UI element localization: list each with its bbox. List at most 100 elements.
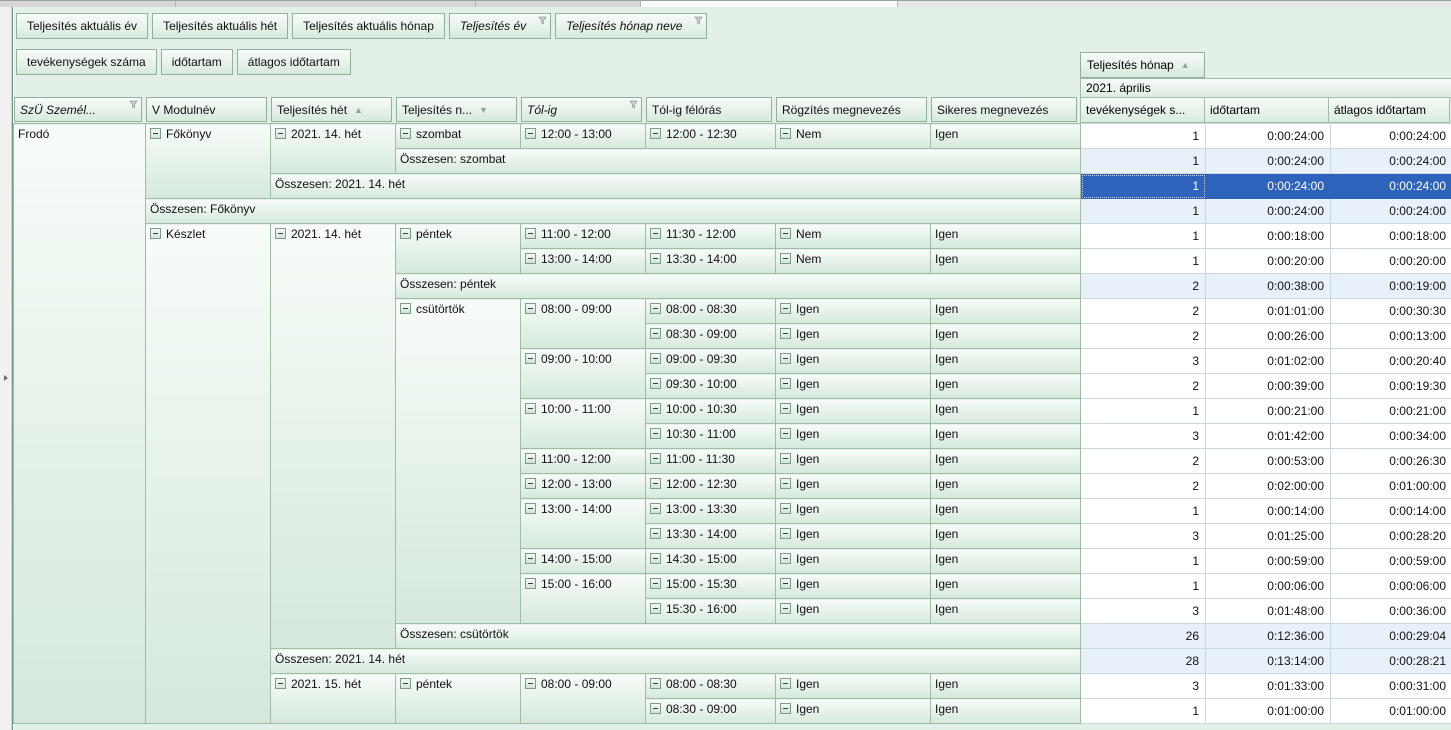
- row-header-cell[interactable]: 12:00 - 13:00: [521, 124, 646, 149]
- row-header-cell[interactable]: Igen: [776, 349, 931, 374]
- collapse-icon[interactable]: [150, 128, 161, 139]
- row-header-cell[interactable]: 2021. 14. hét: [271, 224, 396, 649]
- row-header-cell[interactable]: Igen: [776, 474, 931, 499]
- filter-funnel-icon[interactable]: [629, 100, 638, 109]
- collapse-icon[interactable]: [650, 478, 661, 489]
- row-header-cell[interactable]: 09:00 - 09:30: [646, 349, 776, 374]
- value-column-header-tevekenysegek-s[interactable]: tevékenységek s...: [1080, 97, 1205, 123]
- row-field-sikeres-megnevezes[interactable]: Sikeres megnevezés: [931, 97, 1077, 122]
- row-field-tol-ig[interactable]: Tól-ig: [521, 97, 642, 122]
- filter-funnel-icon[interactable]: [538, 16, 547, 25]
- row-header-cell[interactable]: Igen: [931, 524, 1081, 549]
- row-header-cell[interactable]: szombat: [396, 124, 521, 149]
- row-header-cell[interactable]: 08:00 - 09:00: [521, 299, 646, 349]
- filter-field-teljesites-aktualis-ev[interactable]: Teljesítés aktuális év: [16, 13, 148, 39]
- collapse-icon[interactable]: [650, 453, 661, 464]
- row-header-cell[interactable]: 08:30 - 09:00: [646, 324, 776, 349]
- row-header-cell[interactable]: Igen: [931, 674, 1081, 699]
- value-cell[interactable]: 0:00:06:00: [1331, 574, 1451, 599]
- row-header-cell[interactable]: 13:00 - 14:00: [521, 499, 646, 549]
- row-header-cell[interactable]: Igen: [931, 474, 1081, 499]
- value-cell[interactable]: 0:01:25:00: [1206, 524, 1331, 549]
- collapse-icon[interactable]: [650, 353, 661, 364]
- value-cell[interactable]: 0:00:21:00: [1331, 399, 1451, 424]
- value-cell[interactable]: 0:00:24:00: [1331, 149, 1451, 174]
- row-header-cell[interactable]: 08:00 - 08:30: [646, 299, 776, 324]
- collapse-icon[interactable]: [650, 553, 661, 564]
- value-cell[interactable]: 1: [1081, 224, 1206, 249]
- value-cell[interactable]: 1: [1081, 499, 1206, 524]
- collapse-icon[interactable]: [780, 478, 791, 489]
- value-cell[interactable]: 2: [1081, 324, 1206, 349]
- row-header-cell[interactable]: Igen: [931, 599, 1081, 624]
- row-header-cell[interactable]: Igen: [931, 299, 1081, 324]
- row-header-cell[interactable]: 10:00 - 10:30: [646, 399, 776, 424]
- value-cell[interactable]: 0:00:19:00: [1331, 274, 1451, 299]
- row-header-cell[interactable]: 12:00 - 12:30: [646, 124, 776, 149]
- row-header-cell[interactable]: Igen: [776, 324, 931, 349]
- row-header-cell[interactable]: 10:30 - 11:00: [646, 424, 776, 449]
- row-header-cell[interactable]: Igen: [776, 424, 931, 449]
- collapse-icon[interactable]: [650, 528, 661, 539]
- row-header-cell[interactable]: Igen: [931, 424, 1081, 449]
- collapse-icon[interactable]: [650, 578, 661, 589]
- value-cell[interactable]: 0:00:18:00: [1331, 224, 1451, 249]
- value-cell[interactable]: 0:01:42:00: [1206, 424, 1331, 449]
- row-header-cell[interactable]: 13:30 - 14:00: [646, 249, 776, 274]
- column-group-header[interactable]: 2021. április: [1080, 78, 1451, 98]
- row-header-cell[interactable]: 11:30 - 12:00: [646, 224, 776, 249]
- value-cell[interactable]: 2: [1081, 274, 1206, 299]
- collapse-icon[interactable]: [780, 303, 791, 314]
- row-header-cell[interactable]: péntek: [396, 674, 521, 724]
- collapse-icon[interactable]: [525, 228, 536, 239]
- value-cell[interactable]: 1: [1081, 399, 1206, 424]
- collapse-icon[interactable]: [525, 303, 536, 314]
- collapse-icon[interactable]: [650, 603, 661, 614]
- row-header-cell[interactable]: Nem: [776, 124, 931, 149]
- row-header-cell[interactable]: 08:00 - 08:30: [646, 674, 776, 699]
- data-field-idotartam[interactable]: időtartam: [161, 49, 233, 75]
- row-header-cell[interactable]: 08:30 - 09:00: [646, 699, 776, 724]
- row-header-cell[interactable]: Igen: [776, 699, 931, 724]
- row-field-teljesites-n[interactable]: Teljesítés n...▼: [396, 97, 517, 122]
- collapse-icon[interactable]: [780, 528, 791, 539]
- value-cell[interactable]: 3: [1081, 349, 1206, 374]
- value-cell[interactable]: 0:00:39:00: [1206, 374, 1331, 399]
- filter-funnel-icon[interactable]: [694, 16, 703, 25]
- collapse-icon[interactable]: [780, 353, 791, 364]
- value-cell[interactable]: 0:00:19:30: [1331, 374, 1451, 399]
- row-header-cell[interactable]: csütörtök: [396, 299, 521, 624]
- row-header-cell[interactable]: Igen: [776, 524, 931, 549]
- row-header-cell[interactable]: Igen: [931, 249, 1081, 274]
- row-header-cell[interactable]: 10:00 - 11:00: [521, 399, 646, 449]
- row-field-rogzites-megnevezes[interactable]: Rögzítés megnevezés: [776, 97, 927, 122]
- value-cell-selected[interactable]: 1: [1081, 174, 1206, 199]
- row-header-cell[interactable]: Igen: [776, 374, 931, 399]
- row-header-cell[interactable]: 15:00 - 16:00: [521, 574, 646, 624]
- collapse-icon[interactable]: [525, 578, 536, 589]
- row-header-cell[interactable]: Főkönyv: [146, 124, 271, 199]
- row-field-teljesites-het[interactable]: Teljesítés hét▲: [271, 97, 392, 122]
- row-total-cell[interactable]: Összesen: péntek: [396, 274, 1081, 299]
- row-header-cell[interactable]: Igen: [931, 499, 1081, 524]
- collapse-icon[interactable]: [525, 553, 536, 564]
- collapse-icon[interactable]: [780, 553, 791, 564]
- row-total-cell[interactable]: Összesen: szombat: [396, 149, 1081, 174]
- value-cell[interactable]: 1: [1081, 549, 1206, 574]
- row-total-cell[interactable]: Összesen: 2021. 14. hét: [271, 649, 1081, 674]
- collapse-icon[interactable]: [275, 678, 286, 689]
- row-header-cell[interactable]: Igen: [931, 574, 1081, 599]
- row-header-cell[interactable]: Nem: [776, 249, 931, 274]
- row-header-cell[interactable]: Igen: [931, 224, 1081, 249]
- collapse-icon[interactable]: [400, 228, 411, 239]
- value-cell[interactable]: 0:13:14:00: [1206, 649, 1331, 674]
- value-cell[interactable]: 1: [1081, 574, 1206, 599]
- collapse-icon[interactable]: [525, 353, 536, 364]
- collapse-icon[interactable]: [650, 328, 661, 339]
- value-cell[interactable]: 0:00:31:00: [1331, 674, 1451, 699]
- row-header-cell[interactable]: 13:00 - 14:00: [521, 249, 646, 274]
- collapse-icon[interactable]: [780, 703, 791, 714]
- value-cell[interactable]: 1: [1081, 699, 1206, 724]
- row-header-cell[interactable]: 13:30 - 14:00: [646, 524, 776, 549]
- collapse-icon[interactable]: [780, 128, 791, 139]
